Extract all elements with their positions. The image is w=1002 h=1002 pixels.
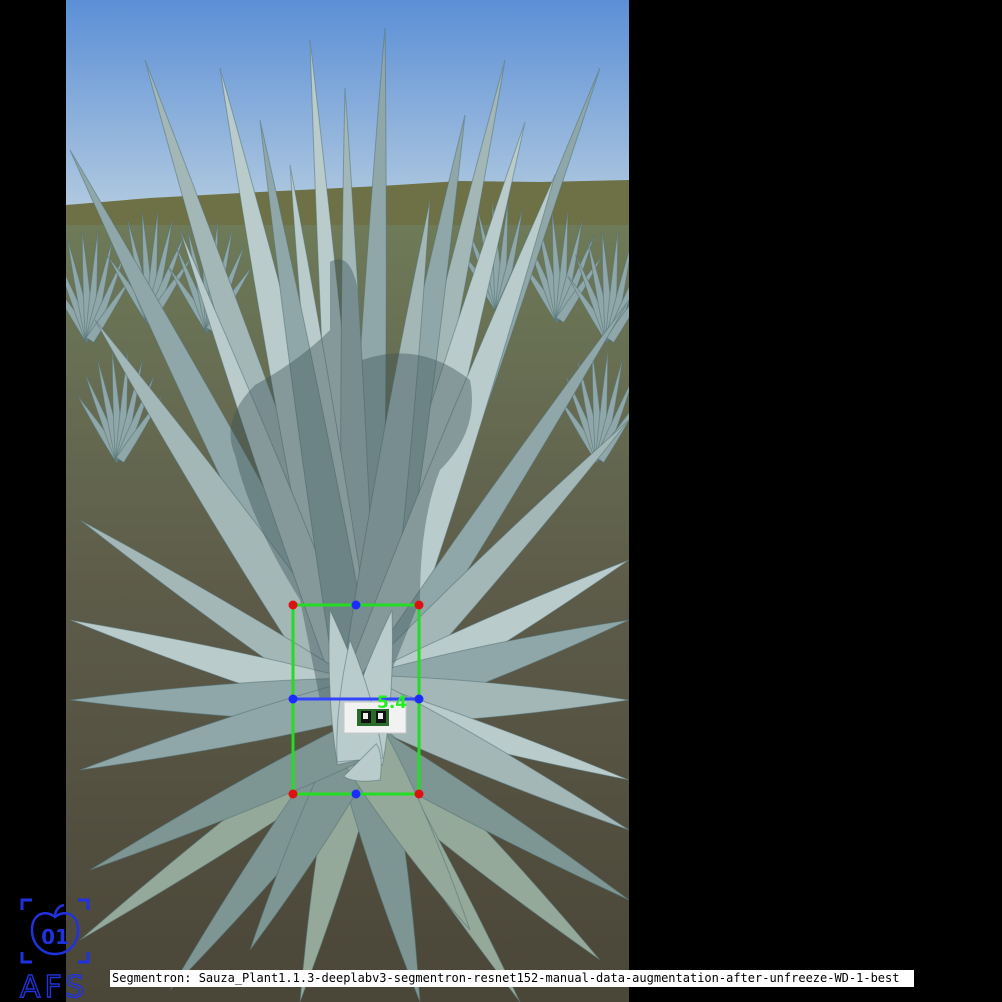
midpoint-bottom[interactable] [351, 789, 361, 799]
corner-point-top-left[interactable] [288, 600, 298, 610]
scene: 5.4 01 AFS [19, 0, 629, 1002]
agave-photo [66, 0, 629, 1002]
measurement-label: 5.4 [377, 693, 407, 713]
corner-point-bottom-right[interactable] [414, 789, 424, 799]
corner-point-top-right[interactable] [414, 600, 424, 610]
logo-text: AFS [20, 970, 88, 1002]
midpoint-top[interactable] [351, 600, 361, 610]
midpoint-right[interactable] [414, 694, 424, 704]
corner-point-bottom-left[interactable] [288, 789, 298, 799]
model-caption: Segmentron: Sauza_Plant1.1.3-deeplabv3-s… [110, 970, 914, 987]
midpoint-left[interactable] [288, 694, 298, 704]
logo-badge-number: 01 [41, 925, 69, 949]
